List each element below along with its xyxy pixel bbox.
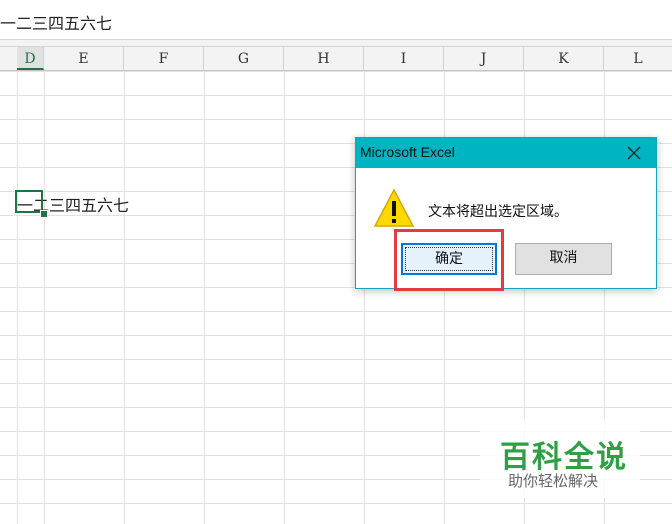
formula-bar[interactable]: 一二三四五六七: [0, 0, 672, 40]
selected-cell[interactable]: [15, 190, 43, 213]
column-header-j[interactable]: J: [444, 47, 524, 70]
column-header-i[interactable]: I: [364, 47, 444, 70]
dialog-close-button[interactable]: [612, 138, 656, 168]
dialog-message: 文本将超出选定区域。: [428, 204, 568, 220]
column-header-f[interactable]: F: [124, 47, 204, 70]
cancel-button[interactable]: 取消: [515, 243, 612, 275]
column-header-d[interactable]: D: [17, 47, 44, 70]
grid-line: [284, 71, 285, 524]
watermark: 百科全说 助你轻松解决: [480, 418, 640, 498]
column-header-k[interactable]: K: [524, 47, 604, 70]
grid-line: [124, 71, 125, 524]
watermark-subtitle: 助你轻松解决: [508, 472, 599, 490]
toolbar-gap: [0, 40, 672, 47]
column-header-g[interactable]: G: [204, 47, 284, 70]
warning-icon: [373, 188, 415, 227]
column-headers: D E F G H I J K L: [0, 47, 672, 71]
dialog-title: Microsoft Excel: [360, 144, 455, 160]
formula-content: 一二三四五六七: [0, 14, 113, 33]
column-header-h[interactable]: H: [284, 47, 364, 70]
annotation-highlight-box: [394, 229, 504, 291]
dialog-titlebar[interactable]: Microsoft Excel: [356, 138, 656, 168]
grid-line: [17, 71, 18, 524]
column-header-l[interactable]: L: [604, 47, 672, 70]
close-icon: [627, 146, 641, 160]
fill-handle[interactable]: [40, 210, 48, 218]
grid-line: [204, 71, 205, 524]
grid-line: [44, 71, 45, 524]
column-header-e[interactable]: E: [44, 47, 124, 70]
